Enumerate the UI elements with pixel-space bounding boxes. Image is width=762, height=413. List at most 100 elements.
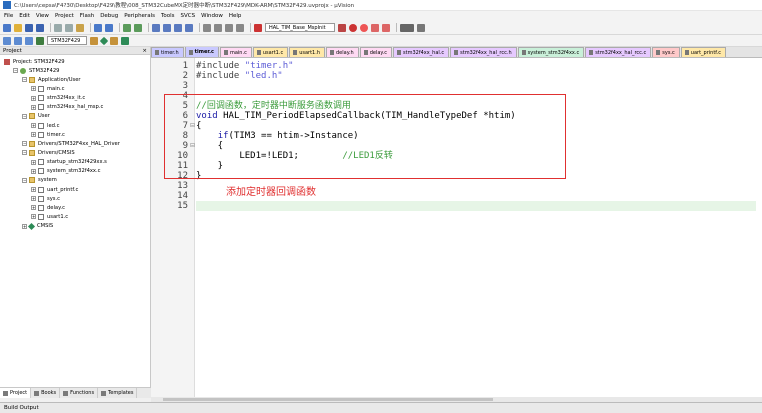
file-tab[interactable]: timer.c xyxy=(184,47,219,57)
code-line[interactable] xyxy=(196,81,756,91)
tree-item[interactable]: − Drivers/CMSIS xyxy=(0,148,150,157)
collapse-icon[interactable]: − xyxy=(22,150,27,156)
function-combo[interactable]: HAL_TIM_Base_MspInit xyxy=(265,23,335,32)
expand-icon[interactable]: + xyxy=(31,196,36,202)
pack-installer-icon[interactable] xyxy=(121,36,129,45)
tree-item[interactable]: − Drivers/STM32F4xx_HAL_Driver xyxy=(0,139,150,148)
download-icon[interactable] xyxy=(36,36,44,45)
expand-icon[interactable]: + xyxy=(31,205,36,211)
menu-item-view[interactable]: View xyxy=(36,13,49,19)
build-icon[interactable] xyxy=(14,36,22,45)
clear-bookmarks-icon[interactable] xyxy=(185,23,193,32)
prev-bookmark-icon[interactable] xyxy=(163,23,171,32)
tree-item[interactable]: + uart_printf.c xyxy=(0,185,150,194)
expand-icon[interactable]: + xyxy=(31,132,36,138)
tree-item[interactable]: − STM32F429 xyxy=(0,66,150,75)
close-icon[interactable]: × xyxy=(142,48,147,54)
cut-icon[interactable] xyxy=(54,23,62,32)
collapse-icon[interactable]: − xyxy=(22,77,27,83)
menu-item-debug[interactable]: Debug xyxy=(100,13,118,19)
save-icon[interactable] xyxy=(25,23,33,32)
expand-icon[interactable]: + xyxy=(31,159,36,165)
expand-icon[interactable]: + xyxy=(31,95,36,101)
menu-item-svcs[interactable]: SVCS xyxy=(181,13,196,19)
scrollbar-thumb[interactable] xyxy=(163,398,493,401)
navigate-forward-icon[interactable] xyxy=(134,23,142,32)
expand-icon[interactable]: + xyxy=(22,223,27,229)
rebuild-icon[interactable] xyxy=(25,36,33,45)
menu-item-window[interactable]: Window xyxy=(201,13,223,19)
file-tab[interactable]: stm32f4xx_hal_rcc.h xyxy=(450,47,517,57)
manage-components-icon[interactable] xyxy=(99,36,109,45)
file-tab[interactable]: delay.c xyxy=(359,47,393,57)
code-line[interactable] xyxy=(196,201,756,211)
tree-item[interactable]: + timer.c xyxy=(0,130,150,139)
file-extensions-icon[interactable] xyxy=(110,36,118,45)
menu-item-help[interactable]: Help xyxy=(229,13,242,19)
comment-icon[interactable] xyxy=(225,23,233,32)
file-tab[interactable]: stm32f4xx_hal.c xyxy=(393,47,450,57)
new-file-icon[interactable] xyxy=(3,23,11,32)
undo-icon[interactable] xyxy=(94,23,102,32)
collapse-icon[interactable]: − xyxy=(13,68,18,74)
debug-start-icon[interactable] xyxy=(338,23,346,32)
tree-item[interactable]: + delay.c xyxy=(0,203,150,212)
tree-item[interactable]: + main.c xyxy=(0,84,150,93)
expand-icon[interactable]: + xyxy=(31,187,36,193)
menu-item-peripherals[interactable]: Peripherals xyxy=(124,13,155,19)
file-tab[interactable]: delay.h xyxy=(326,47,359,57)
panel-tab-books[interactable]: Books xyxy=(31,388,61,398)
expand-icon[interactable]: + xyxy=(31,104,36,110)
translate-icon[interactable] xyxy=(3,36,11,45)
save-all-icon[interactable] xyxy=(36,23,44,32)
expand-icon[interactable]: + xyxy=(31,168,36,174)
collapse-icon[interactable]: − xyxy=(22,141,27,147)
tree-item[interactable]: − system xyxy=(0,176,150,185)
file-tab[interactable]: usart1.c xyxy=(252,47,289,57)
menu-item-edit[interactable]: Edit xyxy=(19,13,30,19)
tree-item[interactable]: + system_stm32f4xx.c xyxy=(0,167,150,176)
disable-breakpoint-icon[interactable] xyxy=(360,23,368,32)
file-tab[interactable]: main.c xyxy=(219,47,252,57)
collapse-icon[interactable]: − xyxy=(22,113,27,119)
target-combo[interactable]: STM32F429 xyxy=(47,36,87,45)
file-tab[interactable]: timer.h xyxy=(151,47,184,57)
tree-item[interactable]: + stm32f4xx_hal_msp.c xyxy=(0,103,150,112)
open-folder-icon[interactable] xyxy=(14,23,22,32)
navigate-back-icon[interactable] xyxy=(123,23,131,32)
panel-tab-templates[interactable]: Templates xyxy=(98,388,138,398)
tree-item[interactable]: − Application/User xyxy=(0,75,150,84)
menu-item-project[interactable]: Project xyxy=(55,13,74,19)
expand-icon[interactable]: + xyxy=(31,123,36,129)
uncomment-icon[interactable] xyxy=(236,23,244,32)
copy-icon[interactable] xyxy=(65,23,73,32)
tree-item[interactable]: Project: STM32F429 xyxy=(0,57,150,66)
panel-tab-project[interactable]: Project xyxy=(0,388,32,398)
redo-icon[interactable] xyxy=(105,23,113,32)
tree-item[interactable]: + CMSIS xyxy=(0,222,150,231)
next-bookmark-icon[interactable] xyxy=(174,23,182,32)
tree-item[interactable]: + led.c xyxy=(0,121,150,130)
tree-item[interactable]: + startup_stm32f429xx.s xyxy=(0,158,150,167)
tree-item[interactable]: + stm32f4xx_it.c xyxy=(0,94,150,103)
indent-icon[interactable] xyxy=(203,23,211,32)
file-tab[interactable]: system_stm32f4xx.c xyxy=(517,47,585,57)
code-line[interactable]: #include "timer.h" xyxy=(196,61,756,71)
file-tab[interactable]: stm32f4xx_hal_rcc.c xyxy=(585,47,652,57)
configure-icon[interactable] xyxy=(417,23,425,32)
file-tab[interactable]: sys.c xyxy=(652,47,680,57)
tree-item[interactable]: + sys.c xyxy=(0,194,150,203)
file-tab[interactable]: uart_printf.c xyxy=(680,47,727,57)
clear-breakpoints-icon[interactable] xyxy=(382,23,390,32)
kill-breakpoints-icon[interactable] xyxy=(371,23,379,32)
target-options-icon[interactable] xyxy=(90,36,98,45)
code-line[interactable]: #include "led.h" xyxy=(196,71,756,81)
window-layout-icon[interactable] xyxy=(400,23,414,32)
tree-item[interactable]: − User xyxy=(0,112,150,121)
unindent-icon[interactable] xyxy=(214,23,222,32)
menu-item-flash[interactable]: Flash xyxy=(80,13,94,19)
paste-icon[interactable] xyxy=(76,23,84,32)
collapse-icon[interactable]: − xyxy=(22,177,27,183)
menu-item-file[interactable]: File xyxy=(4,13,13,19)
bookmark-icon[interactable] xyxy=(152,23,160,32)
